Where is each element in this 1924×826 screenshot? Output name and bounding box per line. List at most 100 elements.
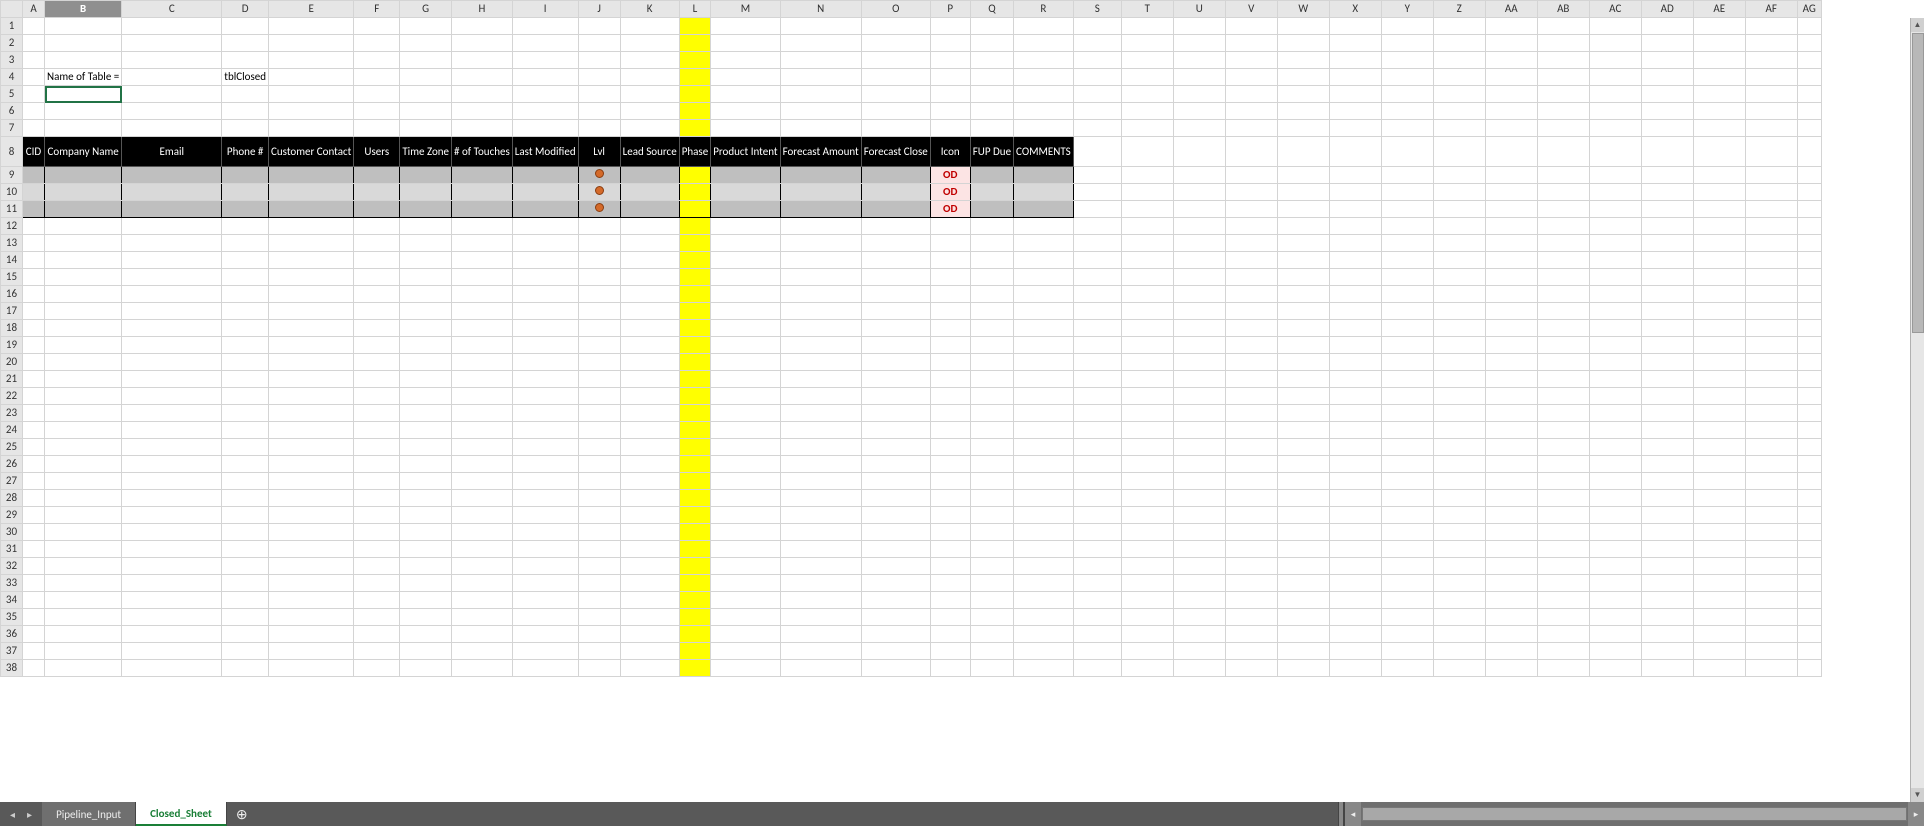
cell-B15[interactable] bbox=[45, 269, 122, 286]
cell-G25[interactable] bbox=[400, 439, 452, 456]
cell-T27[interactable] bbox=[1121, 473, 1173, 490]
cell-H23[interactable] bbox=[452, 405, 513, 422]
cell-T17[interactable] bbox=[1121, 303, 1173, 320]
cell-D23[interactable] bbox=[222, 405, 269, 422]
cell-X5[interactable] bbox=[1329, 86, 1381, 103]
cell-Z21[interactable] bbox=[1433, 371, 1485, 388]
cell-AC28[interactable] bbox=[1589, 490, 1641, 507]
cell-M12[interactable] bbox=[711, 218, 780, 235]
cell-Q32[interactable] bbox=[970, 558, 1013, 575]
row-header-23[interactable]: 23 bbox=[1, 405, 23, 422]
cell-L26[interactable] bbox=[679, 456, 711, 473]
cell-S32[interactable] bbox=[1073, 558, 1121, 575]
cell-F34[interactable] bbox=[354, 592, 400, 609]
cell-X8[interactable] bbox=[1329, 137, 1381, 167]
cell-B30[interactable] bbox=[45, 524, 122, 541]
cell-X20[interactable] bbox=[1329, 354, 1381, 371]
cell-R35[interactable] bbox=[1014, 609, 1074, 626]
cell-AD1[interactable] bbox=[1641, 18, 1693, 35]
cell-AC3[interactable] bbox=[1589, 52, 1641, 69]
col-header-J[interactable]: J bbox=[578, 1, 620, 18]
cell-K5[interactable] bbox=[620, 86, 679, 103]
cell-V26[interactable] bbox=[1225, 456, 1277, 473]
cell-P12[interactable] bbox=[930, 218, 970, 235]
cell-P19[interactable] bbox=[930, 337, 970, 354]
cell-Z10[interactable] bbox=[1433, 184, 1485, 201]
cell-H37[interactable] bbox=[452, 643, 513, 660]
cell-S25[interactable] bbox=[1073, 439, 1121, 456]
cell-F28[interactable] bbox=[354, 490, 400, 507]
cell-F20[interactable] bbox=[354, 354, 400, 371]
cell-V33[interactable] bbox=[1225, 575, 1277, 592]
cell-E35[interactable] bbox=[269, 609, 354, 626]
cell-M8[interactable]: Product Intent bbox=[711, 137, 780, 167]
cell-M27[interactable] bbox=[711, 473, 780, 490]
cell-W37[interactable] bbox=[1277, 643, 1329, 660]
cell-L34[interactable] bbox=[679, 592, 711, 609]
cell-W1[interactable] bbox=[1277, 18, 1329, 35]
cell-L24[interactable] bbox=[679, 422, 711, 439]
cell-B21[interactable] bbox=[45, 371, 122, 388]
cell-T14[interactable] bbox=[1121, 252, 1173, 269]
cell-AC38[interactable] bbox=[1589, 660, 1641, 677]
cell-H24[interactable] bbox=[452, 422, 513, 439]
cell-I12[interactable] bbox=[512, 218, 578, 235]
cell-N20[interactable] bbox=[780, 354, 861, 371]
cell-D20[interactable] bbox=[222, 354, 269, 371]
cell-AC31[interactable] bbox=[1589, 541, 1641, 558]
cell-T7[interactable] bbox=[1121, 120, 1173, 137]
cell-F7[interactable] bbox=[354, 120, 400, 137]
cell-H18[interactable] bbox=[452, 320, 513, 337]
cell-S11[interactable] bbox=[1073, 201, 1121, 218]
cell-AC7[interactable] bbox=[1589, 120, 1641, 137]
cell-M9[interactable] bbox=[711, 167, 780, 184]
cell-AA2[interactable] bbox=[1485, 35, 1537, 52]
cell-J26[interactable] bbox=[578, 456, 620, 473]
row-header-24[interactable]: 24 bbox=[1, 422, 23, 439]
cell-W13[interactable] bbox=[1277, 235, 1329, 252]
cell-E17[interactable] bbox=[269, 303, 354, 320]
cell-U20[interactable] bbox=[1173, 354, 1225, 371]
cell-AA9[interactable] bbox=[1485, 167, 1537, 184]
cell-G21[interactable] bbox=[400, 371, 452, 388]
cell-T37[interactable] bbox=[1121, 643, 1173, 660]
cell-Q37[interactable] bbox=[970, 643, 1013, 660]
cell-O16[interactable] bbox=[861, 286, 930, 303]
cell-T23[interactable] bbox=[1121, 405, 1173, 422]
cell-H15[interactable] bbox=[452, 269, 513, 286]
cell-AF8[interactable] bbox=[1745, 137, 1797, 167]
cell-AE32[interactable] bbox=[1693, 558, 1745, 575]
cell-AD26[interactable] bbox=[1641, 456, 1693, 473]
cell-V5[interactable] bbox=[1225, 86, 1277, 103]
cell-AE26[interactable] bbox=[1693, 456, 1745, 473]
cell-M20[interactable] bbox=[711, 354, 780, 371]
cell-AE3[interactable] bbox=[1693, 52, 1745, 69]
cell-AG3[interactable] bbox=[1797, 52, 1821, 69]
cell-V13[interactable] bbox=[1225, 235, 1277, 252]
cell-E27[interactable] bbox=[269, 473, 354, 490]
cell-AD9[interactable] bbox=[1641, 167, 1693, 184]
cell-AA11[interactable] bbox=[1485, 201, 1537, 218]
cell-AE18[interactable] bbox=[1693, 320, 1745, 337]
cell-E21[interactable] bbox=[269, 371, 354, 388]
cell-AB18[interactable] bbox=[1537, 320, 1589, 337]
cell-U33[interactable] bbox=[1173, 575, 1225, 592]
cell-I23[interactable] bbox=[512, 405, 578, 422]
cell-X24[interactable] bbox=[1329, 422, 1381, 439]
cell-E38[interactable] bbox=[269, 660, 354, 677]
cell-F18[interactable] bbox=[354, 320, 400, 337]
cell-N37[interactable] bbox=[780, 643, 861, 660]
cell-K24[interactable] bbox=[620, 422, 679, 439]
cell-U24[interactable] bbox=[1173, 422, 1225, 439]
row-header-1[interactable]: 1 bbox=[1, 18, 23, 35]
cell-Y31[interactable] bbox=[1381, 541, 1433, 558]
cell-AF24[interactable] bbox=[1745, 422, 1797, 439]
cell-AE14[interactable] bbox=[1693, 252, 1745, 269]
cell-P2[interactable] bbox=[930, 35, 970, 52]
cell-AG25[interactable] bbox=[1797, 439, 1821, 456]
cell-J6[interactable] bbox=[578, 103, 620, 120]
cell-Z32[interactable] bbox=[1433, 558, 1485, 575]
cell-AB30[interactable] bbox=[1537, 524, 1589, 541]
cell-D15[interactable] bbox=[222, 269, 269, 286]
cell-L10[interactable] bbox=[679, 184, 711, 201]
